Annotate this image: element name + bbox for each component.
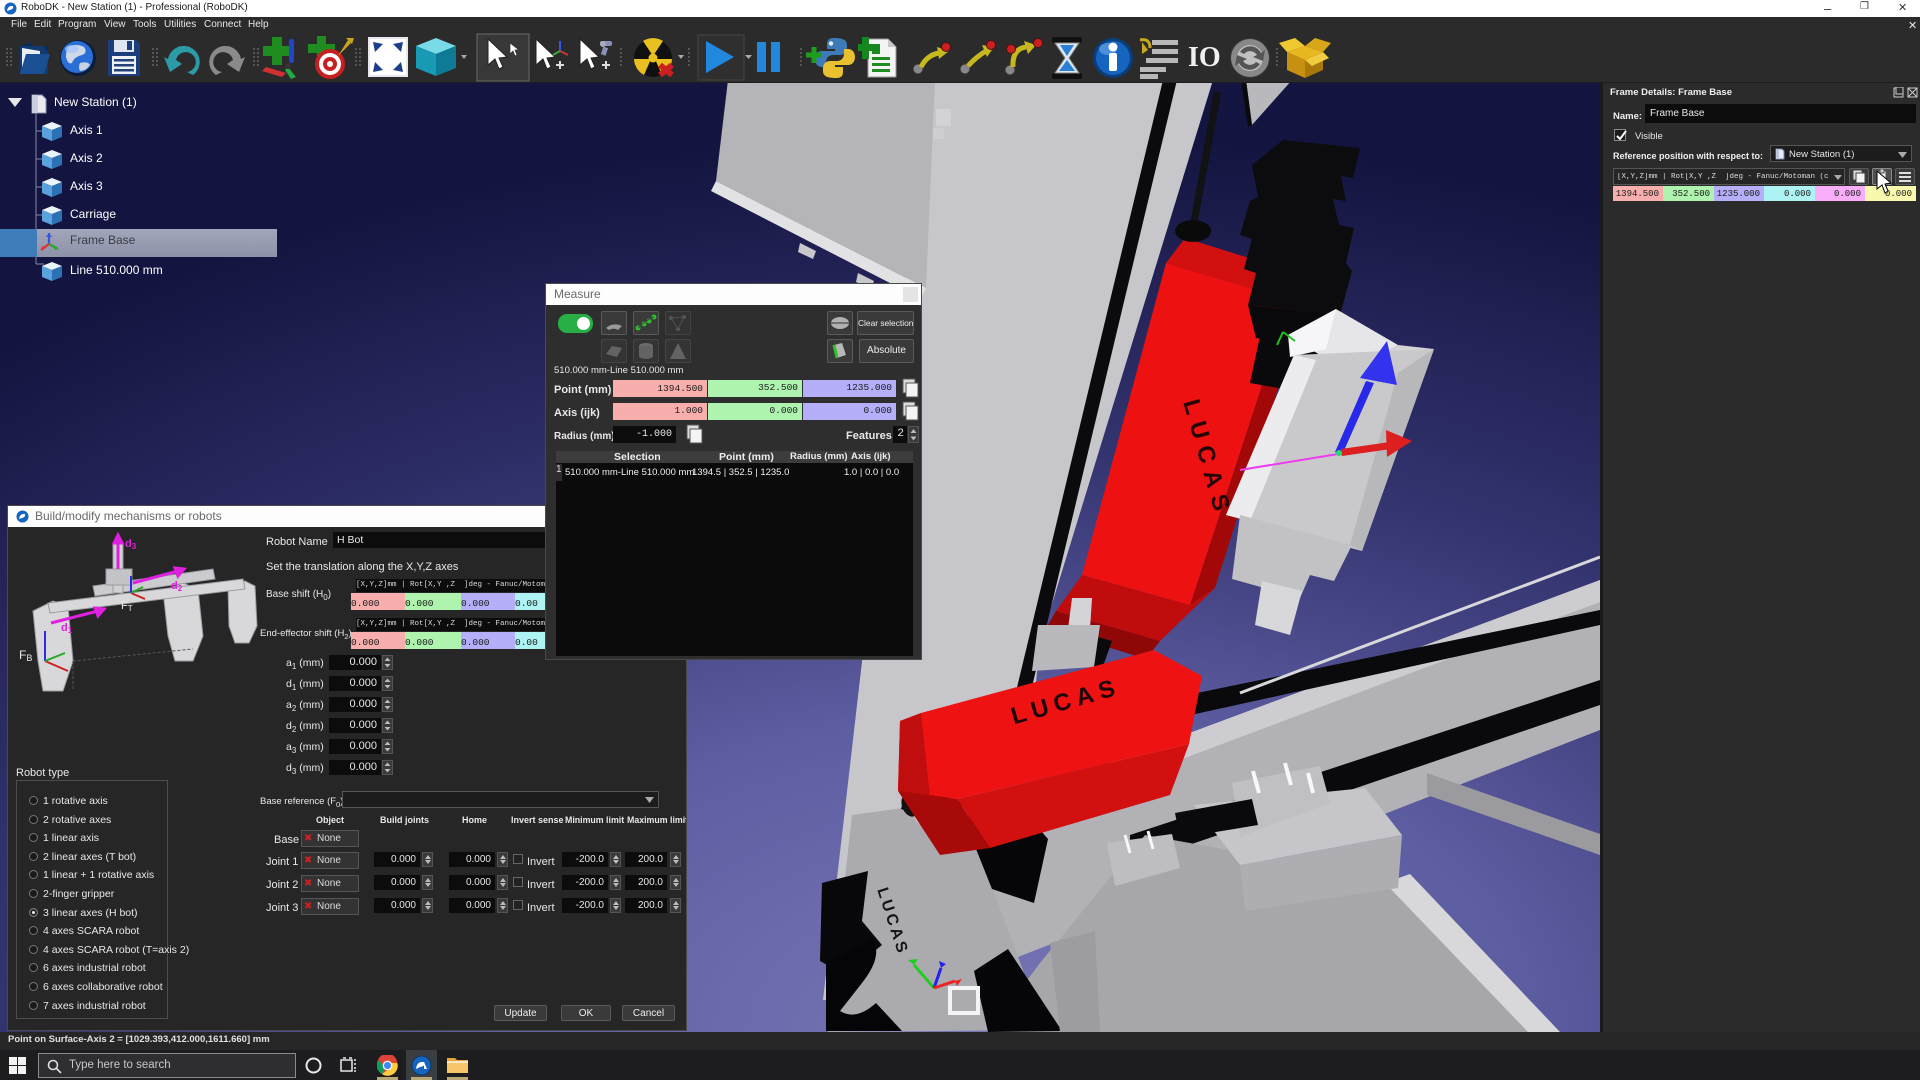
- svg-text:d3: d3: [125, 538, 137, 551]
- svg-text:IO: IO: [1188, 42, 1221, 73]
- svg-text:FB: FB: [19, 648, 32, 663]
- svg-text:d1: d1: [61, 622, 73, 635]
